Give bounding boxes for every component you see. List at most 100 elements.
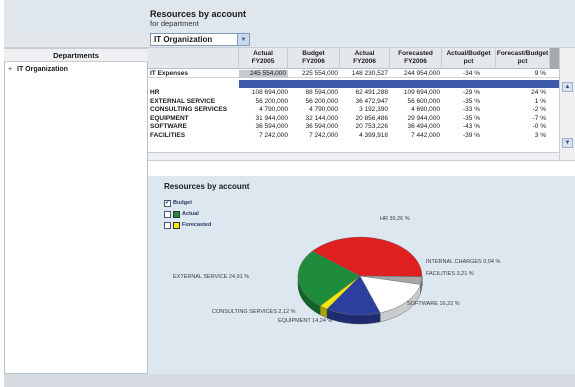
cell-actual-fy2006: 20 856,486 bbox=[355, 114, 388, 122]
row-label: CONSULTING SERVICES bbox=[150, 106, 228, 113]
tree-item-label: IT Organization bbox=[17, 66, 68, 73]
scroll-down-icon[interactable]: ▼ bbox=[562, 138, 573, 148]
cell-forecast-budget-pct: 24 % bbox=[531, 89, 546, 96]
cell-actual-budget-pct: -35 % bbox=[463, 97, 480, 105]
legend-item-budget[interactable]: ✓ Budget bbox=[164, 198, 192, 208]
table-row[interactable]: EXTERNAL SERVICE 56 200,000 56 200,000 36 4… bbox=[148, 98, 559, 106]
checkbox-actual[interactable] bbox=[164, 210, 171, 218]
cell-forecast-budget-pct: -2 % bbox=[532, 106, 546, 113]
pie-label-internal-charges: INTERNAL CHARGES 0,04 % bbox=[426, 259, 501, 265]
cell-actual-budget-pct: -43 % bbox=[463, 123, 480, 130]
legend-item-actual[interactable]: Actual bbox=[164, 209, 199, 219]
col-header-budget-fy2006[interactable]: Budget FY2006 bbox=[288, 48, 340, 69]
cell-actual-budget-pct: -33 % bbox=[463, 106, 480, 113]
legend-item-forecasted[interactable]: Forecasted bbox=[164, 220, 211, 230]
table-header-end bbox=[550, 48, 559, 69]
chart-title: Resources by account bbox=[164, 182, 250, 191]
cell-actual-budget-pct: -34 % bbox=[463, 70, 480, 77]
col-header-forecast-budget-pct[interactable]: Forecast/Budget pct bbox=[496, 48, 550, 69]
right-status-bar bbox=[148, 374, 575, 387]
cell-actual-fy2006: 36 472,947 bbox=[355, 97, 388, 105]
cell-actual-fy2005: 245 554,000 bbox=[239, 70, 288, 78]
cell-forecasted-fy2006: 244 954,000 bbox=[403, 70, 440, 77]
table-row[interactable]: SOFTWARE 36 594,000 36 594,000 20 753,226 36… bbox=[148, 123, 559, 131]
left-status-bar bbox=[4, 374, 148, 387]
report-subtitle: for department bbox=[150, 19, 199, 28]
cell-budget-fy2006: 4 790,000 bbox=[309, 106, 338, 113]
panel-divider bbox=[148, 160, 575, 176]
cell-actual-fy2005: 56 200,000 bbox=[255, 97, 288, 105]
chevron-down-icon[interactable]: ▼ bbox=[237, 34, 249, 45]
scroll-up-icon[interactable]: ▲ bbox=[562, 82, 573, 92]
department-select[interactable]: IT Organization ▼ bbox=[150, 33, 250, 46]
cell-actual-fy2006: 148 230,527 bbox=[351, 70, 388, 77]
col-header-line2: FY2006 bbox=[353, 58, 376, 65]
cell-budget-fy2006: 225 554,000 bbox=[301, 70, 338, 77]
table-horizontal-scrollbar[interactable] bbox=[148, 152, 559, 160]
swatch-forecasted bbox=[173, 221, 180, 229]
col-header-actual-fy2005[interactable]: Actual FY2005 bbox=[239, 48, 288, 69]
selection-bar bbox=[239, 80, 559, 88]
report-header: Resources by account for department bbox=[148, 0, 575, 31]
cell-forecast-budget-pct: -7 % bbox=[532, 114, 546, 122]
cell-forecast-budget-pct: -0 % bbox=[532, 123, 546, 130]
checkbox-forecasted[interactable] bbox=[164, 221, 171, 229]
department-select-row: IT Organization ▼ bbox=[148, 31, 575, 48]
cell-forecasted-fy2006: 4 690,000 bbox=[411, 106, 440, 113]
table-row[interactable]: HR 108 694,000 88 594,000 62 491,288 109 694… bbox=[148, 89, 559, 97]
cell-forecasted-fy2006: 7 442,000 bbox=[411, 131, 440, 139]
cell-actual-budget-pct: -29 % bbox=[463, 89, 480, 96]
col-header-line1: Actual bbox=[354, 50, 375, 57]
col-header-line2: FY2006 bbox=[302, 58, 325, 65]
pie-label-external-service: EXTERNAL SERVICE 24,91 % bbox=[173, 274, 250, 280]
col-header-forecasted-fy2006[interactable]: Forecasted FY2006 bbox=[390, 48, 442, 69]
pie-label-software: SOFTWARE 16,22 % bbox=[407, 301, 460, 307]
left-toolbar-strip bbox=[4, 36, 148, 48]
cell-budget-fy2006: 32 144,000 bbox=[305, 114, 338, 122]
cell-actual-fy2005: 31 944,000 bbox=[255, 114, 288, 122]
col-header-actual-budget-pct[interactable]: Actual/Budget pct bbox=[442, 48, 496, 69]
pie-label-consulting-services: CONSULTING SERVICES 2,12 % bbox=[212, 309, 296, 315]
left-panel: Departments + IT Organization bbox=[4, 0, 148, 387]
cell-actual-fy2005: 4 790,000 bbox=[259, 106, 288, 113]
row-label: IT Expenses bbox=[150, 70, 188, 77]
departments-header: Departments bbox=[4, 48, 148, 62]
tree-item-it-organization[interactable]: + IT Organization bbox=[8, 66, 68, 73]
legend-label: Forecasted bbox=[182, 222, 212, 228]
cell-actual-fy2005: 108 694,000 bbox=[251, 89, 288, 96]
cell-forecast-budget-pct: 9 % bbox=[534, 70, 546, 77]
row-label: HR bbox=[150, 89, 160, 96]
table-row-total[interactable]: IT Expenses 245 554,000 225 554,000 148 … bbox=[148, 70, 559, 78]
col-header-line2: FY2006 bbox=[404, 58, 427, 65]
col-header-line2: pct bbox=[517, 58, 528, 65]
col-header-line1: Actual/Budget bbox=[446, 50, 491, 57]
pie-label-facilities: FACILITIES 3,21 % bbox=[426, 271, 474, 277]
accounts-table: Actual FY2005 Budget FY2006 Actual FY2006 F… bbox=[148, 48, 575, 160]
pie-label-equipment: EQUIPMENT 14,24 % bbox=[278, 318, 333, 324]
cell-forecast-budget-pct: 3 % bbox=[534, 131, 546, 139]
cell-forecast-budget-pct: 1 % bbox=[534, 97, 546, 105]
cell-budget-fy2006: 56 200,000 bbox=[305, 97, 338, 105]
department-select-value: IT Organization bbox=[154, 35, 213, 44]
row-label: FACILITIES bbox=[150, 131, 186, 139]
table-vertical-scrollbar[interactable]: ▲ ▼ bbox=[559, 48, 575, 160]
legend-label: Budget bbox=[173, 200, 192, 206]
col-header-line1: Actual bbox=[253, 50, 273, 57]
row-label: EXTERNAL SERVICE bbox=[150, 97, 216, 105]
swatch-actual bbox=[173, 210, 180, 218]
table-header-blank bbox=[148, 48, 239, 69]
col-header-line1: Forecasted bbox=[398, 50, 433, 57]
col-header-actual-fy2006[interactable]: Actual FY2006 bbox=[340, 48, 390, 69]
cell-actual-budget-pct: -35 % bbox=[463, 114, 480, 122]
cell-actual-fy2005: 36 594,000 bbox=[255, 123, 288, 130]
table-row[interactable]: FACILITIES 7 242,000 7 242,000 4 399,918 7 4… bbox=[148, 132, 559, 140]
table-row[interactable]: EQUIPMENT 31 944,000 32 144,000 20 856,486 2… bbox=[148, 115, 559, 123]
cell-forecasted-fy2006: 109 694,000 bbox=[403, 89, 440, 96]
expand-icon[interactable]: + bbox=[8, 66, 17, 73]
cell-actual-fy2006: 3 192,390 bbox=[359, 106, 388, 113]
col-header-line2: FY2005 bbox=[251, 58, 275, 65]
cell-budget-fy2006: 7 242,000 bbox=[309, 131, 338, 139]
table-row[interactable]: CONSULTING SERVICES 4 790,000 4 790,000 3 1… bbox=[148, 106, 559, 114]
cell-actual-fy2006: 20 753,226 bbox=[355, 123, 388, 130]
checkbox-budget[interactable]: ✓ bbox=[164, 199, 171, 207]
